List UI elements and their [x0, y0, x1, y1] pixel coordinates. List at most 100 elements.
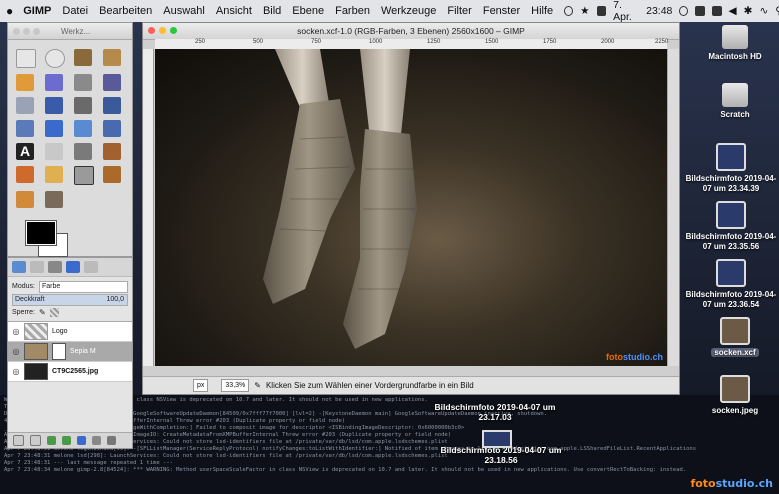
menu-bearbeiten[interactable]: Bearbeiten [99, 5, 152, 17]
channels-tab-icon[interactable] [48, 261, 62, 273]
fuzzy-select-tool-icon[interactable] [103, 49, 121, 66]
pencil-tool-icon[interactable] [103, 143, 121, 160]
desktop-icon-screenshot[interactable]: Bildschirmfoto 2019-04-07 um 23.18.56 [436, 445, 566, 465]
toolbox-titlebar[interactable]: Werkz... [8, 23, 132, 40]
timemachine-icon[interactable] [679, 6, 689, 16]
desktop-icon-screenshot[interactable]: Bildschirmfoto 2019-04-07 um 23.35.56 [683, 201, 779, 252]
smudge-tool-icon[interactable] [45, 191, 63, 208]
new-group-icon[interactable] [30, 435, 41, 446]
close-icon[interactable] [13, 27, 20, 35]
eraser-tool-icon[interactable] [45, 166, 63, 183]
airbrush-tool-icon[interactable] [74, 166, 94, 185]
tool-options-tab-icon[interactable] [12, 261, 26, 273]
clock-date[interactable]: 7. Apr. [613, 0, 639, 23]
desktop-icon-socken-xcf[interactable]: socken.xcf [690, 317, 779, 358]
volume-icon[interactable]: ◀ [729, 5, 737, 17]
menu-ebene[interactable]: Ebene [292, 5, 324, 17]
crop-tool-icon[interactable] [45, 120, 63, 137]
minimize-icon[interactable] [23, 27, 30, 35]
menu-werkzeuge[interactable]: Werkzeuge [381, 5, 436, 17]
eye-icon[interactable]: ◎ [8, 327, 24, 336]
layer-name[interactable]: Sepia M [70, 348, 96, 355]
layers-tab-icon[interactable] [30, 261, 44, 273]
desktop-icon-socken-jpeg[interactable]: socken.jpeg [690, 375, 779, 416]
vertical-scrollbar[interactable] [667, 49, 679, 366]
clock-time[interactable]: 23:48 [646, 5, 672, 17]
paintbrush-tool-icon[interactable] [16, 166, 34, 183]
new-layer-icon[interactable] [13, 435, 24, 446]
measure-tool-icon[interactable] [74, 97, 92, 114]
unit-select[interactable]: px [193, 379, 209, 392]
paths-tab-icon[interactable] [66, 261, 80, 273]
display-icon[interactable] [596, 6, 607, 16]
wifi-icon[interactable]: ∿ [759, 5, 768, 17]
menu-filter[interactable]: Filter [447, 5, 471, 17]
mode-select[interactable]: Farbe [38, 280, 128, 293]
desktop-icon-macintosh-hd[interactable]: Macintosh HD [690, 25, 779, 62]
anchor-layer-icon[interactable] [92, 436, 101, 445]
menu-farben[interactable]: Farben [335, 5, 370, 17]
blend-tool-icon[interactable] [74, 143, 92, 160]
menu-ansicht[interactable]: Ansicht [216, 5, 252, 17]
eye-icon[interactable]: ◎ [8, 367, 24, 376]
delete-layer-icon[interactable] [107, 436, 116, 445]
airplay-icon[interactable] [711, 6, 722, 16]
zoom-icon[interactable] [33, 27, 40, 35]
keyboard-icon[interactable] [695, 6, 705, 16]
desktop-icon-scratch[interactable]: Scratch [690, 83, 779, 120]
zoom-select[interactable]: 33,3% [221, 379, 250, 392]
rotate-tool-icon[interactable] [74, 120, 92, 137]
minimize-icon[interactable] [159, 27, 166, 34]
ellipse-select-tool-icon[interactable] [45, 49, 65, 68]
desktop-icon-screenshot[interactable]: Bildschirmfoto 2019-04-07 um 23.34.39 [683, 143, 779, 194]
eye-icon[interactable]: ◎ [8, 347, 24, 356]
image-window-titlebar[interactable]: socken.xcf-1.0 (RGB-Farben, 3 Ebenen) 25… [143, 23, 679, 40]
layer-row[interactable]: ◎ CT9C2565.jpg [8, 362, 132, 382]
paths-tool-icon[interactable] [103, 74, 121, 91]
zoom-tool-icon[interactable] [45, 97, 63, 114]
foreground-select-tool-icon[interactable] [74, 74, 92, 91]
zoom-icon[interactable] [170, 27, 177, 34]
color-select-tool-icon[interactable] [16, 74, 34, 91]
desktop-icon-screenshot[interactable]: Bildschirmfoto 2019-04-07 um 23.36.54 [683, 259, 779, 310]
layer-name[interactable]: Logo [52, 328, 68, 335]
text-tool-icon[interactable]: A [16, 143, 34, 160]
status-icon[interactable] [564, 6, 574, 16]
layer-name[interactable]: CT9C2565.jpg [52, 368, 98, 375]
vertical-ruler[interactable] [143, 49, 154, 366]
rect-select-tool-icon[interactable] [16, 49, 36, 68]
lower-layer-icon[interactable] [62, 436, 71, 445]
screenshot-thumbnail-icon[interactable] [482, 430, 512, 448]
bucket-fill-tool-icon[interactable] [45, 143, 63, 160]
layer-row[interactable]: ◎ Sepia M [8, 342, 132, 362]
image-canvas[interactable]: fotostudio.ch [155, 49, 669, 366]
apple-icon[interactable]: ● [6, 4, 13, 18]
raise-layer-icon[interactable] [47, 436, 56, 445]
foreground-color-swatch[interactable] [25, 220, 57, 246]
duplicate-layer-icon[interactable] [77, 436, 86, 445]
search-icon[interactable]: ⚲ [775, 5, 779, 17]
scissors-tool-icon[interactable] [45, 74, 63, 91]
star-icon[interactable]: ★ [580, 5, 589, 17]
desktop-icon-screenshot[interactable]: Bildschirmfoto 2019-04-07 um 23.17.03 [430, 402, 560, 422]
bluetooth-icon[interactable]: ✱ [744, 5, 753, 17]
ink-tool-icon[interactable] [103, 166, 121, 183]
history-tab-icon[interactable] [84, 261, 98, 273]
menu-hilfe[interactable]: Hilfe [531, 5, 553, 17]
menu-datei[interactable]: Datei [62, 5, 88, 17]
move-tool-icon[interactable] [103, 97, 121, 114]
lock-pixels-icon[interactable]: ✎ [39, 308, 46, 317]
menu-auswahl[interactable]: Auswahl [163, 5, 205, 17]
free-select-tool-icon[interactable] [74, 49, 92, 66]
opacity-slider[interactable]: Deckkraft 100,0 [12, 293, 128, 306]
lock-alpha-icon[interactable] [49, 308, 59, 317]
clone-tool-icon[interactable] [16, 191, 34, 208]
align-tool-icon[interactable] [16, 120, 34, 137]
menu-app-name[interactable]: GIMP [23, 5, 51, 17]
menu-bild[interactable]: Bild [263, 5, 281, 17]
close-icon[interactable] [148, 27, 155, 34]
menu-fenster[interactable]: Fenster [483, 5, 520, 17]
scale-tool-icon[interactable] [103, 120, 121, 137]
color-picker-tool-icon[interactable] [16, 97, 34, 114]
layer-row[interactable]: ◎ Logo [8, 322, 132, 342]
